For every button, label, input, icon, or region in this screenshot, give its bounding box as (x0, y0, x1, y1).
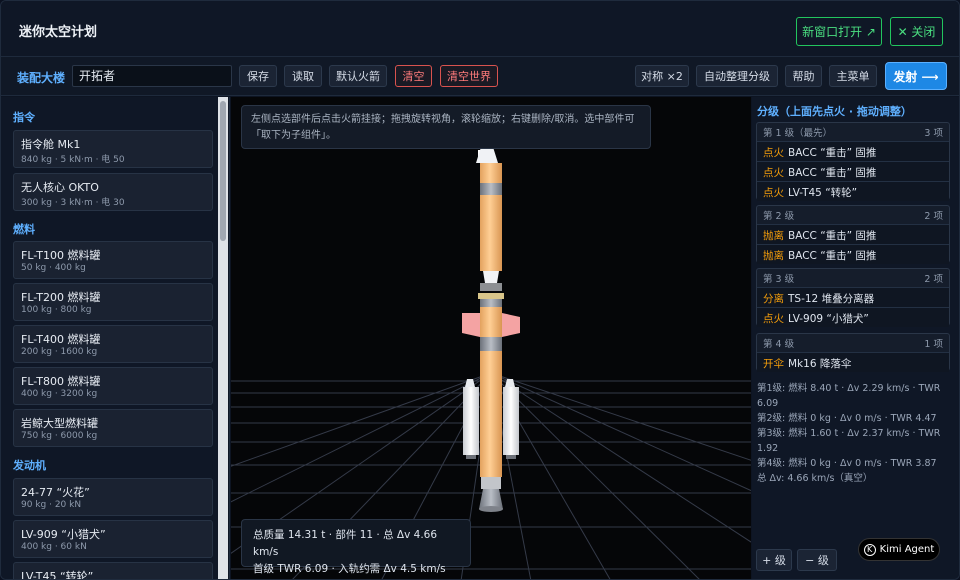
part-item[interactable]: 无人核心 OKTO 300 kg · 3 kN·m · 电 30 (13, 173, 213, 211)
part-name: 24-77 “火花” (21, 486, 90, 499)
load-button[interactable]: 读取 (284, 65, 322, 87)
stage-card-1[interactable]: 第 1 级（最先） 3 项 点火 BACC “重击” 固推 点火 BACC “重击” … (756, 122, 950, 201)
stage-count: 3 项 (924, 128, 943, 139)
stage-card-3[interactable]: 第 3 级2 项 分离 TS-12 堆叠分离器 点火 LV-909 “小猎犬” (756, 268, 950, 327)
save-button[interactable]: 保存 (239, 65, 277, 87)
summary-line: 第2级: 燃料 0 kg · Δv 0 m/s · TWR 4.47 (757, 413, 937, 424)
kimi-agent-label: Kimi Agent (879, 544, 935, 555)
part-item[interactable]: 24-77 “火花” 90 kg · 20 kN (13, 478, 213, 516)
part-item[interactable]: 指令舱 Mk1 840 kg · 5 kN·m · 电 50 (13, 130, 213, 168)
close-button[interactable]: ✕ 关闭 (890, 17, 943, 46)
clear-world-button[interactable]: 清空世界 (440, 65, 498, 87)
part-spec: 750 kg · 6000 kg (21, 431, 98, 441)
app-title: 迷你太空计划 (19, 25, 98, 40)
staging-panel: 分级（上面先点火 · 拖动调整） 第 1 级（最先） 3 项 点火 BACC “重击… (752, 97, 959, 579)
stage-card-4[interactable]: 第 4 级1 项 开伞 Mk16 降落伞 (756, 333, 950, 372)
stage-item[interactable]: 分离 TS-12 堆叠分离器 (757, 287, 949, 307)
stage-header: 第 4 级1 项 (757, 334, 949, 352)
stage-header: 第 3 级2 项 (757, 269, 949, 287)
stage-count: 1 项 (924, 339, 943, 350)
part-spec: 200 kg · 1600 kg (21, 347, 98, 357)
parts-scrollbar[interactable] (218, 97, 228, 579)
stage-summary: 第1级: 燃料 8.40 t · Δv 2.29 km/s · TWR 6.09… (757, 381, 953, 486)
part-name: 指令舱 Mk1 (21, 138, 81, 151)
part-name: FL-T800 燃料罐 (21, 375, 101, 388)
part-spec: 300 kg · 3 kN·m · 电 30 (21, 198, 125, 208)
part-spec: 400 kg · 60 kN (21, 542, 87, 552)
category-fuel: 燃料 (13, 223, 35, 236)
category-engines: 发动机 (13, 459, 46, 472)
open-new-window-button[interactable]: 新窗口打开 ↗ (796, 17, 882, 46)
vessel-stats: 总质量 14.31 t · 部件 11 · 总 Δv 4.66 km/s 首级 … (241, 519, 471, 575)
part-name: 无人核心 OKTO (21, 181, 99, 194)
stage-item[interactable]: 开伞 Mk16 降落伞 (757, 352, 949, 372)
assembly-viewport[interactable]: 左侧点选部件后点击火箭挂接；拖拽旋转视角，滚轮缩放；右键删除/取消。选中部件可「… (231, 97, 751, 579)
summary-line: 第1级: 燃料 8.40 t · Δv 2.29 km/s · TWR 6.09 (757, 383, 941, 409)
stage-item[interactable]: 抛离 BACC “重击” 固推 (757, 224, 949, 244)
main-menu-button[interactable]: 主菜单 (829, 65, 877, 87)
title-bar: 迷你太空计划 新窗口打开 ↗ ✕ 关闭 (1, 1, 959, 57)
parts-panel: 指令 指令舱 Mk1 840 kg · 5 kN·m · 电 50 无人核心 O… (1, 97, 230, 580)
stage-item[interactable]: 点火 BACC “重击” 固推 (757, 161, 949, 181)
auto-stage-button[interactable]: 自动整理分级 (696, 65, 778, 87)
part-name: LV-T45 “转轮” (21, 570, 94, 580)
part-spec: 840 kg · 5 kN·m · 电 50 (21, 155, 125, 165)
stage-header: 第 2 级2 项 (757, 206, 949, 224)
category-command: 指令 (13, 111, 35, 124)
app-window: 迷你太空计划 新窗口打开 ↗ ✕ 关闭 装配大楼 开拓者 保存 读取 默认火箭 … (0, 0, 960, 580)
symmetry-button[interactable]: 对称 ×2 (635, 65, 689, 87)
add-stage-button[interactable]: + 级 (756, 549, 792, 571)
part-name: 岩鲸大型燃料罐 (21, 417, 98, 430)
stats-line-2: 首级 TWR 6.09 · 入轨约需 Δv 4.5 km/s (253, 563, 446, 575)
kimi-agent-badge[interactable]: K Kimi Agent (858, 538, 940, 561)
part-item[interactable]: FL-T200 燃料罐 100 kg · 800 kg (13, 283, 213, 321)
kimi-logo-icon: K (863, 543, 876, 556)
stage-card-2[interactable]: 第 2 级2 项 抛离 BACC “重击” 固推 抛离 BACC “重击” 固推 (756, 205, 950, 264)
stage-item[interactable]: 点火 BACC “重击” 固推 (757, 141, 949, 161)
part-spec: 400 kg · 3200 kg (21, 389, 98, 399)
launch-button[interactable]: 发射 ⟶ (885, 62, 947, 90)
summary-line: 总 Δv: 4.66 km/s（真空） (757, 473, 873, 484)
part-item[interactable]: LV-T45 “转轮” (13, 562, 213, 580)
part-item[interactable]: 岩鲸大型燃料罐 750 kg · 6000 kg (13, 409, 213, 447)
stage-header: 第 1 级（最先） 3 项 (757, 123, 949, 141)
part-item[interactable]: FL-T100 燃料罐 50 kg · 400 kg (13, 241, 213, 279)
part-name: FL-T200 燃料罐 (21, 291, 101, 304)
part-item[interactable]: FL-T400 燃料罐 200 kg · 1600 kg (13, 325, 213, 363)
remove-stage-button[interactable]: − 级 (797, 549, 837, 571)
part-item[interactable]: LV-909 “小猎犬” 400 kg · 60 kN (13, 520, 213, 558)
stage-item[interactable]: 抛离 BACC “重击” 固推 (757, 244, 949, 264)
clear-button[interactable]: 清空 (395, 65, 432, 87)
stats-line-1: 总质量 14.31 t · 部件 11 · 总 Δv 4.66 km/s (253, 529, 438, 558)
summary-line: 第4级: 燃料 0 kg · Δv 0 m/s · TWR 3.87 (757, 458, 937, 469)
controls-hint: 左侧点选部件后点击火箭挂接；拖拽旋转视角，滚轮缩放；右键删除/取消。选中部件可「… (241, 105, 651, 149)
stage-item[interactable]: 点火 LV-T45 “转轮” (757, 181, 949, 201)
ship-name-input[interactable]: 开拓者 (72, 65, 232, 87)
part-name: LV-909 “小猎犬” (21, 528, 106, 541)
part-spec: 100 kg · 800 kg (21, 305, 92, 315)
stage-count: 2 项 (924, 211, 943, 222)
viewport-scene (231, 144, 751, 579)
help-button[interactable]: 帮助 (785, 65, 822, 87)
part-spec: 90 kg · 20 kN (21, 500, 82, 510)
summary-line: 第3级: 燃料 1.60 t · Δv 2.37 km/s · TWR 1.92 (757, 428, 941, 454)
part-item[interactable]: FL-T800 燃料罐 400 kg · 3200 kg (13, 367, 213, 405)
part-name: FL-T100 燃料罐 (21, 249, 101, 262)
part-spec: 50 kg · 400 kg (21, 263, 86, 273)
stage-count: 2 项 (924, 274, 943, 285)
scrollbar-thumb[interactable] (220, 101, 226, 241)
toolbar: 装配大楼 开拓者 保存 读取 默认火箭 清空 清空世界 对称 ×2 自动整理分级… (1, 57, 959, 96)
part-name: FL-T400 燃料罐 (21, 333, 101, 346)
staging-title: 分级（上面先点火 · 拖动调整） (757, 105, 912, 118)
rocket-model (462, 144, 520, 512)
default-rocket-button[interactable]: 默认火箭 (329, 65, 387, 87)
stage-item[interactable]: 点火 LV-909 “小猎犬” (757, 307, 949, 327)
vab-label: 装配大楼 (17, 71, 66, 85)
